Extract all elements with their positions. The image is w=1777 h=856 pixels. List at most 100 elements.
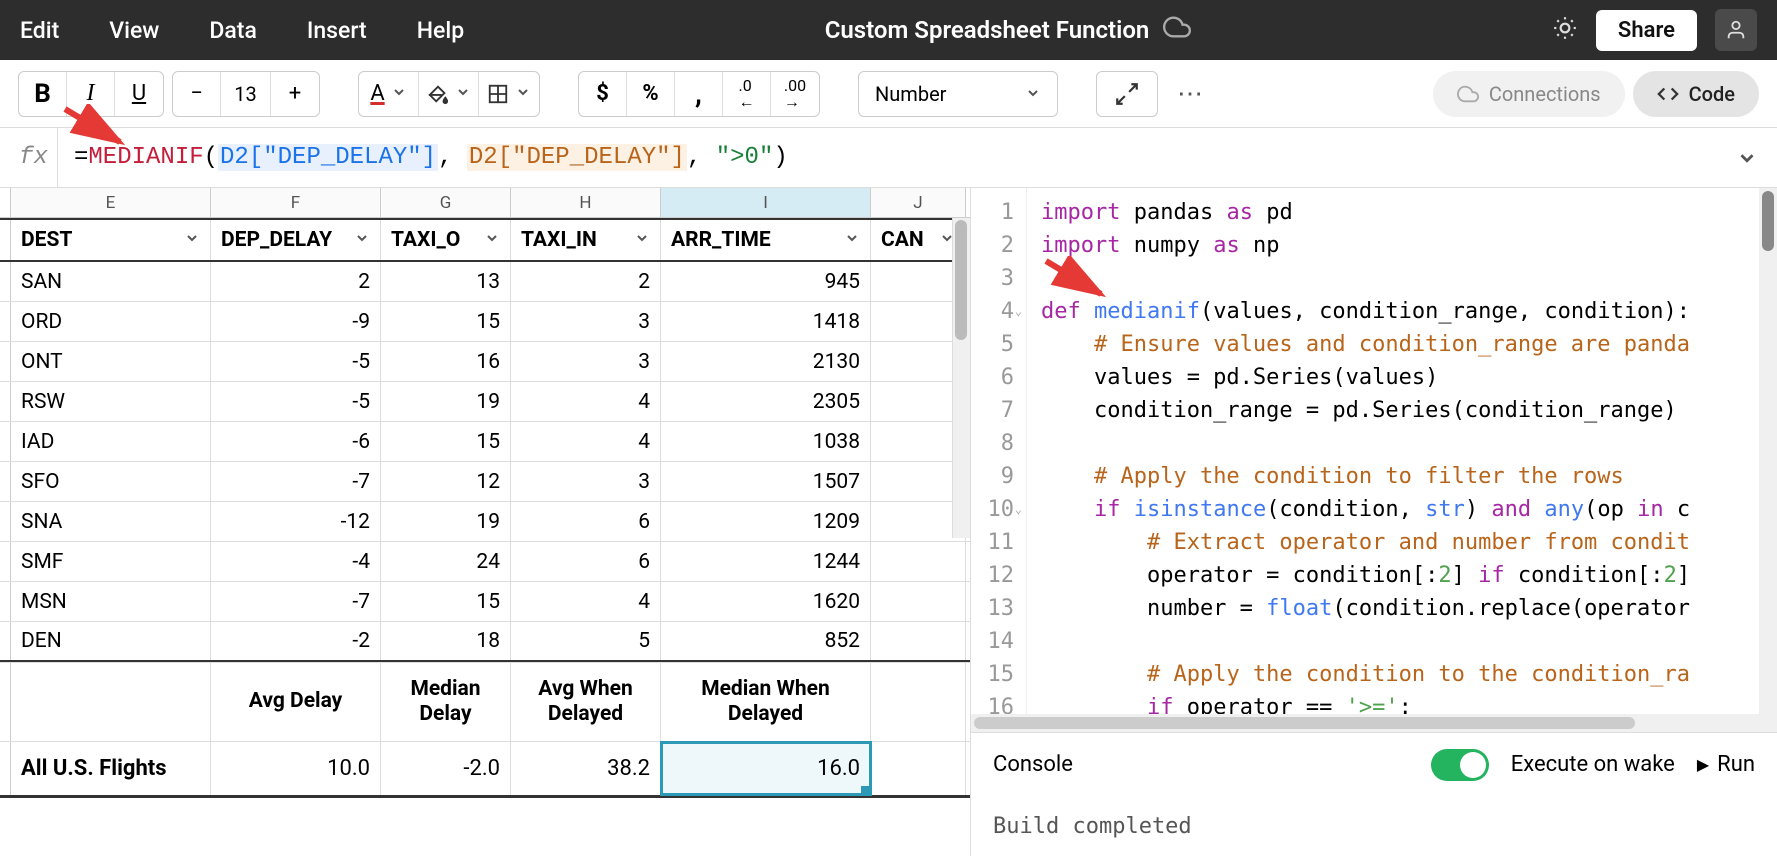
cell[interactable]: SAN (11, 262, 211, 301)
line-number[interactable]: 1 (971, 196, 1014, 229)
cell[interactable]: 16 (381, 342, 511, 381)
formula-expand-button[interactable] (1727, 147, 1767, 169)
code-line[interactable] (1041, 625, 1777, 658)
cell[interactable]: ONT (11, 342, 211, 381)
cell[interactable]: SFO (11, 462, 211, 501)
code-line[interactable]: import numpy as np (1041, 229, 1777, 262)
line-number[interactable]: 4⌄ (971, 295, 1014, 328)
user-menu-button[interactable] (1715, 9, 1757, 51)
summary-value-J[interactable] (871, 742, 966, 795)
column-header-E[interactable]: E (11, 188, 211, 217)
cell[interactable]: ORD (11, 302, 211, 341)
cell[interactable]: 12 (381, 462, 511, 501)
column-filter-F[interactable] (354, 228, 370, 252)
decrease-decimal-button[interactable]: .0← (723, 72, 771, 116)
line-number[interactable]: 14 (971, 625, 1014, 658)
expand-button[interactable] (1097, 72, 1157, 116)
cell[interactable]: 6 (511, 502, 661, 541)
font-decrease-button[interactable]: − (173, 72, 221, 116)
cell[interactable]: IAD (11, 422, 211, 461)
menu-help[interactable]: Help (417, 17, 464, 44)
code-vertical-scrollbar[interactable] (1759, 188, 1777, 714)
summary-label[interactable]: All U.S. Flights (11, 742, 211, 795)
number-format-select[interactable]: Number (858, 71, 1058, 117)
column-filter-E[interactable] (184, 228, 200, 252)
column-header-I[interactable]: I (661, 188, 871, 217)
summary-value-F[interactable]: 10.0 (211, 742, 381, 795)
line-number[interactable]: 8 (971, 427, 1014, 460)
code-line[interactable]: # Extract operator and number from condi… (1041, 526, 1777, 559)
column-header-H[interactable]: H (511, 188, 661, 217)
line-number[interactable]: 16 (971, 691, 1014, 714)
cell[interactable]: 6 (511, 542, 661, 581)
share-button[interactable]: Share (1596, 10, 1697, 51)
fill-handle[interactable] (861, 786, 871, 796)
cell[interactable]: DEN (11, 622, 211, 660)
summary-header-J[interactable] (871, 663, 966, 741)
cell[interactable]: 3 (511, 462, 661, 501)
font-size-input[interactable]: 13 (221, 72, 271, 116)
code-toggle-button[interactable]: Code (1633, 71, 1759, 117)
code-line[interactable]: # Apply the condition to the condition_r… (1041, 658, 1777, 691)
cell[interactable]: SMF (11, 542, 211, 581)
cell[interactable]: -12 (211, 502, 381, 541)
column-filter-H[interactable] (634, 228, 650, 252)
cell[interactable]: 945 (661, 262, 871, 301)
cell[interactable]: 2 (211, 262, 381, 301)
column-header-G[interactable]: G (381, 188, 511, 217)
column-header-J[interactable]: J (871, 188, 966, 217)
code-line[interactable]: if isinstance(condition, str) and any(op… (1041, 493, 1777, 526)
code-line[interactable] (1041, 427, 1777, 460)
cell[interactable]: -7 (211, 462, 381, 501)
line-number[interactable]: 10⌄ (971, 493, 1014, 526)
code-line[interactable]: operator = condition[:2] if condition[:2… (1041, 559, 1777, 592)
column-filter-G[interactable] (484, 228, 500, 252)
line-number[interactable]: 3 (971, 262, 1014, 295)
cell[interactable]: -6 (211, 422, 381, 461)
summary-header-E[interactable] (11, 663, 211, 741)
line-number[interactable]: 7 (971, 394, 1014, 427)
cell[interactable]: 4 (511, 422, 661, 461)
cell[interactable]: SNA (11, 502, 211, 541)
line-number[interactable]: 13 (971, 592, 1014, 625)
menu-edit[interactable]: Edit (20, 17, 59, 44)
cell[interactable]: 2130 (661, 342, 871, 381)
cell[interactable]: 1244 (661, 542, 871, 581)
summary-header-G[interactable]: Median Delay (381, 663, 511, 741)
cell[interactable]: 1507 (661, 462, 871, 501)
cell[interactable]: 1620 (661, 582, 871, 621)
cell[interactable] (871, 542, 966, 581)
cell[interactable]: 2305 (661, 382, 871, 421)
cell[interactable]: 3 (511, 302, 661, 341)
code-line[interactable]: import pandas as pd (1041, 196, 1777, 229)
code-line[interactable] (1041, 262, 1777, 295)
line-number[interactable]: 11 (971, 526, 1014, 559)
font-increase-button[interactable]: + (271, 72, 319, 116)
code-line[interactable]: values = pd.Series(values) (1041, 361, 1777, 394)
code-line[interactable]: if operator == '>=': (1041, 691, 1777, 714)
borders-button[interactable] (479, 72, 539, 116)
more-options-button[interactable]: ⋯ (1166, 71, 1214, 117)
line-number[interactable]: 6 (971, 361, 1014, 394)
underline-button[interactable]: U (115, 72, 163, 116)
cell[interactable]: 1418 (661, 302, 871, 341)
cell[interactable]: 1038 (661, 422, 871, 461)
summary-value-H[interactable]: 38.2 (511, 742, 661, 795)
cell[interactable]: -4 (211, 542, 381, 581)
line-number[interactable]: 2 (971, 229, 1014, 262)
percent-format-button[interactable]: % (627, 72, 675, 116)
cell[interactable] (871, 582, 966, 621)
column-header-F[interactable]: F (211, 188, 381, 217)
cell[interactable]: -5 (211, 382, 381, 421)
text-color-button[interactable]: A (359, 72, 419, 116)
run-button[interactable]: ▶ Run (1697, 752, 1755, 777)
sheet-vertical-scrollbar[interactable] (952, 218, 970, 538)
bold-button[interactable]: B (19, 72, 67, 116)
code-line[interactable]: # Ensure values and condition_range are … (1041, 328, 1777, 361)
cell[interactable]: 5 (511, 622, 661, 660)
cell[interactable]: RSW (11, 382, 211, 421)
formula-input[interactable]: =MEDIANIF(D2["DEP_DELAY"], D2["DEP_DELAY… (74, 144, 1711, 171)
cell[interactable]: -5 (211, 342, 381, 381)
line-number[interactable]: 12 (971, 559, 1014, 592)
summary-header-F[interactable]: Avg Delay (211, 663, 381, 741)
